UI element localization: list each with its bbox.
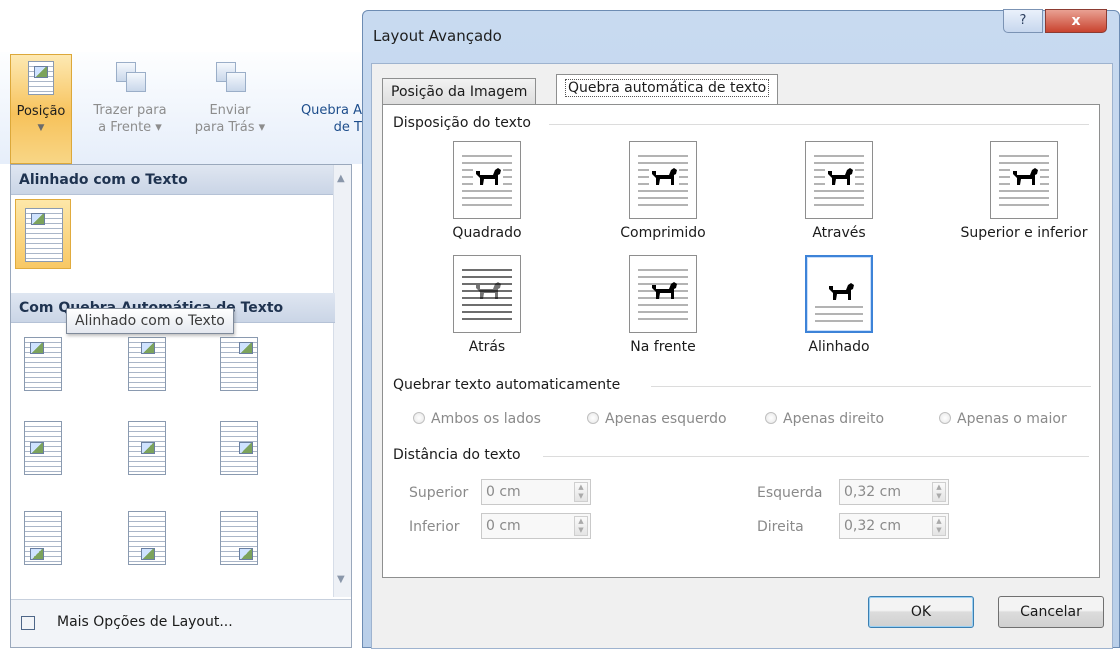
quebrar-label: Quebrar texto automaticamente (393, 377, 621, 393)
gallery-item[interactable] (15, 413, 71, 483)
dog-icon (473, 164, 503, 188)
wrap-quadrado[interactable]: Quadrado (417, 141, 557, 241)
superior-spinner[interactable]: 0 cm ▲ ▼ (481, 479, 591, 505)
inferior-label: Inferior (409, 519, 460, 535)
inferior-value: 0 cm (486, 518, 521, 534)
trazer-para-frente-button[interactable]: Trazer para a Frente ▾ (80, 54, 180, 136)
wrap-alinhado[interactable]: Alinhado (769, 255, 909, 355)
posicao-button[interactable]: Posição ▼ (10, 54, 72, 164)
dog-icon (1010, 164, 1040, 188)
cancel-button[interactable]: Cancelar (998, 596, 1104, 628)
wrap-alinhado-label: Alinhado (808, 339, 870, 355)
wrap-na-frente[interactable]: Na frente (593, 255, 733, 355)
gallery-item[interactable] (211, 413, 267, 483)
direita-spinner[interactable]: 0,32 cm ▲ ▼ (839, 513, 949, 539)
inferior-spinner[interactable]: 0 cm ▲ ▼ (481, 513, 591, 539)
position-dropdown: Alinhado com o Texto ▲ ▼ Com Quebra Auto… (10, 164, 352, 648)
dog-icon (649, 278, 679, 302)
gallery-item[interactable] (119, 503, 175, 573)
gallery-item[interactable] (119, 413, 175, 483)
position-icon (24, 61, 58, 99)
scroll-down-icon[interactable]: ▼ (337, 574, 345, 585)
gallery-item[interactable] (15, 503, 71, 573)
wrap-comprimido[interactable]: Comprimido (593, 141, 733, 241)
send-backward-icon (212, 60, 248, 98)
gallery-item-inline[interactable] (15, 199, 71, 269)
dog-icon (649, 164, 679, 188)
tab-quebra-automatica[interactable]: Quebra automática de texto (556, 74, 779, 104)
mais-opcoes-layout[interactable]: Mais Opções de Layout... (11, 599, 351, 647)
posicao-label: Posição (16, 104, 66, 119)
ribbon: Posição ▼ Trazer para a Frente ▾ Enviar … (0, 52, 362, 164)
wrap-comprimido-label: Comprimido (620, 225, 706, 241)
distancia-label: Distância do texto (393, 447, 521, 463)
chevron-down-icon: ▼ (37, 123, 45, 133)
gallery-item[interactable] (15, 329, 71, 399)
radio-apenas-direito[interactable]: Apenas direito (765, 411, 884, 427)
direita-value: 0,32 cm (844, 518, 901, 534)
gallery-item[interactable] (119, 329, 175, 399)
gallery-item[interactable] (211, 329, 267, 399)
quebra-automatica-button[interactable]: Quebra A de T (282, 54, 362, 136)
disposicao-label: Disposição do texto (393, 115, 531, 131)
spinner-arrows-icon[interactable]: ▲ ▼ (932, 516, 946, 536)
radio-esquerdo-label: Apenas esquerdo (605, 411, 727, 427)
trazer-label-2: a Frente (98, 120, 152, 135)
spinner-arrows-icon[interactable]: ▲ ▼ (932, 482, 946, 502)
wrap-atras-label: Atrás (468, 339, 506, 355)
wrap-atras[interactable]: Atrás (417, 255, 557, 355)
esquerda-label: Esquerda (757, 485, 823, 501)
ok-button[interactable]: OK (868, 596, 974, 628)
radio-direito-label: Apenas direito (783, 411, 885, 427)
spinner-arrows-icon[interactable]: ▲ ▼ (574, 516, 588, 536)
distancia-group: Distância do texto (393, 447, 1093, 463)
layout-options-icon (21, 616, 35, 630)
dog-icon (825, 164, 855, 188)
mais-opcoes-label: Mais Opções de Layout... (57, 614, 233, 630)
wrap-na-frente-label: Na frente (630, 339, 696, 355)
spinner-arrows-icon[interactable]: ▲ ▼ (574, 482, 588, 502)
enviar-label: Enviar (209, 103, 251, 118)
wrap-superior-inferior[interactable]: Superior e inferior (949, 141, 1099, 241)
wrap-atraves[interactable]: Através (769, 141, 909, 241)
quebrar-group: Quebrar texto automaticamente (393, 377, 1093, 393)
trazer-label: Trazer para (93, 103, 167, 118)
dropdown-scrollbar[interactable]: ▲ ▼ (333, 165, 351, 597)
dialog-title: Layout Avançado (373, 27, 502, 45)
tab-panel: Disposição do texto Quadrado Comprimido … (382, 104, 1100, 578)
quebra-label: Quebra A (300, 103, 362, 118)
section-alinhado-header: Alinhado com o Texto (11, 165, 351, 195)
gallery-item[interactable] (211, 503, 267, 573)
bring-forward-icon (112, 60, 148, 98)
close-button[interactable]: x (1045, 9, 1107, 33)
scroll-up-icon[interactable]: ▲ (337, 173, 345, 184)
radio-maior-label: Apenas o maior (957, 411, 1067, 427)
title-bar: Layout Avançado ? x (363, 9, 1119, 63)
disposicao-group: Disposição do texto (393, 115, 1093, 131)
dog-icon (826, 279, 856, 303)
esquerda-value: 0,32 cm (844, 484, 901, 500)
enviar-label-2: para Trás (194, 120, 255, 135)
wrap-atraves-label: Através (812, 225, 866, 241)
dog-icon (473, 278, 503, 302)
layout-avancado-dialog: Layout Avançado ? x Posição da Imagem Qu… (362, 9, 1120, 649)
wrap-quadrado-label: Quadrado (452, 225, 522, 241)
tooltip: Alinhado com o Texto (66, 308, 234, 334)
tab-quebra-label: Quebra automática de texto (565, 79, 770, 97)
enviar-para-tras-button[interactable]: Enviar para Trás ▾ (182, 54, 278, 136)
radio-ambos-label: Ambos os lados (431, 411, 541, 427)
superior-label: Superior (409, 485, 469, 501)
wrap-superior-inferior-label: Superior e inferior (960, 225, 1088, 241)
radio-apenas-esquerdo[interactable]: Apenas esquerdo (587, 411, 727, 427)
radio-apenas-maior[interactable]: Apenas o maior (939, 411, 1067, 427)
superior-value: 0 cm (486, 484, 521, 500)
quebra-label-2: de T (333, 120, 362, 135)
dialog-client: Posição da Imagem Quebra automática de t… (371, 63, 1113, 649)
direita-label: Direita (757, 519, 804, 535)
help-button[interactable]: ? (1003, 9, 1043, 33)
radio-ambos-lados[interactable]: Ambos os lados (413, 411, 541, 427)
esquerda-spinner[interactable]: 0,32 cm ▲ ▼ (839, 479, 949, 505)
tab-posicao-imagem[interactable]: Posição da Imagem (382, 78, 537, 104)
